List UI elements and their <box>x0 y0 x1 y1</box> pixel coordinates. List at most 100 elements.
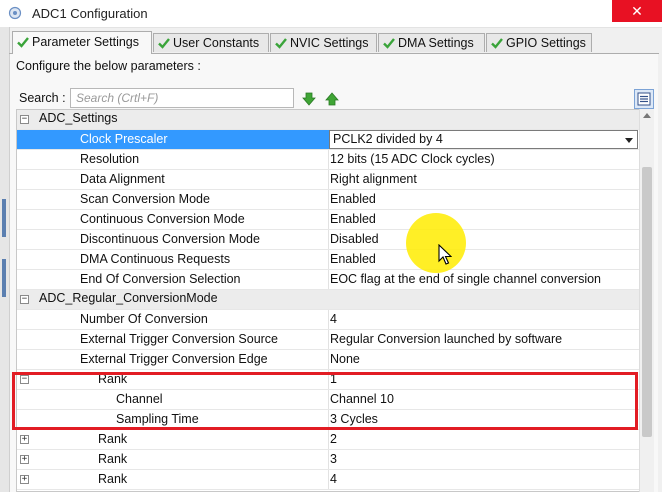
param-row-channel[interactable]: Channel Channel 10 <box>17 390 639 410</box>
param-value: Right alignment <box>330 172 417 186</box>
green-check-icon <box>157 34 173 53</box>
green-check-icon <box>490 34 506 53</box>
param-value: 3 Cycles <box>330 412 378 426</box>
title-bar: ADC1 Configuration ✕ <box>0 0 662 28</box>
param-name: Resolution <box>80 152 140 166</box>
search-input[interactable] <box>70 88 294 108</box>
close-button[interactable]: ✕ <box>612 0 662 22</box>
left-background-strip <box>0 27 10 492</box>
rank-name: Rank <box>98 452 128 466</box>
column-divider <box>328 330 329 349</box>
green-up-arrow-icon[interactable] <box>324 91 340 107</box>
param-row-resolution[interactable]: Resolution 12 bits (15 ADC Clock cycles) <box>17 150 639 170</box>
tab-label: NVIC Settings <box>290 36 369 50</box>
rank-row-2[interactable]: + Rank 2 <box>17 430 639 450</box>
select-value: PCLK2 divided by 4 <box>333 132 443 146</box>
column-divider <box>328 310 329 329</box>
param-row-continuous-conversion-mode[interactable]: Continuous Conversion Mode Enabled <box>17 210 639 230</box>
column-divider <box>328 470 329 489</box>
tab-label: GPIO Settings <box>506 36 586 50</box>
green-down-arrow-icon[interactable] <box>301 91 317 107</box>
group-row-adc-settings[interactable]: − ADC_Settings <box>17 110 639 130</box>
rank-row-3[interactable]: + Rank 3 <box>17 450 639 470</box>
rank-value: 2 <box>330 432 337 446</box>
group-row-regular-conversion-mode[interactable]: − ADC_Regular_ConversionMode <box>17 290 639 310</box>
column-divider <box>328 150 329 169</box>
column-divider <box>328 230 329 249</box>
param-row-clock-prescaler[interactable]: Clock Prescaler PCLK2 divided by 4 <box>17 130 639 150</box>
tab-nvic-settings[interactable]: NVIC Settings <box>270 33 377 52</box>
param-row-end-of-conversion-selection[interactable]: End Of Conversion Selection EOC flag at … <box>17 270 639 290</box>
rank-value: 1 <box>330 372 337 386</box>
param-value: 4 <box>330 312 337 326</box>
rank-name: Rank <box>98 432 128 446</box>
search-label: Search : <box>19 91 66 105</box>
tab-parameter-settings[interactable]: Parameter Settings <box>12 31 152 54</box>
column-divider <box>328 210 329 229</box>
tab-label: Parameter Settings <box>32 35 139 49</box>
column-divider <box>328 370 329 389</box>
window-title: ADC1 Configuration <box>32 6 148 21</box>
configure-instruction: Configure the below parameters : <box>16 59 201 73</box>
tab-label: DMA Settings <box>398 36 474 50</box>
parameter-table: − ADC_Settings Clock Prescaler PCLK2 div… <box>16 109 640 492</box>
strip-marker <box>2 259 6 297</box>
rank-value: 3 <box>330 452 337 466</box>
param-value: Disabled <box>330 232 379 246</box>
close-icon: ✕ <box>631 3 643 19</box>
param-row-number-of-conversion[interactable]: Number Of Conversion 4 <box>17 310 639 330</box>
param-name: Clock Prescaler <box>17 130 329 149</box>
green-check-icon <box>274 34 290 53</box>
rank-name: Rank <box>98 372 128 386</box>
chevron-down-icon <box>625 138 633 143</box>
column-divider <box>328 170 329 189</box>
column-divider <box>328 390 329 409</box>
param-value: Channel 10 <box>330 392 394 406</box>
param-row-dma-continuous-requests[interactable]: DMA Continuous Requests Enabled <box>17 250 639 270</box>
param-name: Number Of Conversion <box>80 312 208 326</box>
rank-row-1[interactable]: − Rank 1 <box>17 370 639 390</box>
group-label: ADC_Settings <box>39 111 118 125</box>
list-view-button[interactable] <box>634 89 654 109</box>
param-name: External Trigger Conversion Edge <box>80 352 268 366</box>
green-check-icon <box>16 32 32 53</box>
param-row-discontinuous-conversion-mode[interactable]: Discontinuous Conversion Mode Disabled <box>17 230 639 250</box>
rank-row-4[interactable]: + Rank 4 <box>17 470 639 490</box>
param-row-external-trigger-source[interactable]: External Trigger Conversion Source Regul… <box>17 330 639 350</box>
column-divider <box>328 190 329 209</box>
param-name: Discontinuous Conversion Mode <box>80 232 260 246</box>
tab-label: User Constants <box>173 36 260 50</box>
column-divider <box>328 350 329 369</box>
list-view-icon <box>637 92 651 106</box>
param-value: Enabled <box>330 192 376 206</box>
rank-value: 4 <box>330 472 337 486</box>
clock-prescaler-select[interactable]: PCLK2 divided by 4 <box>329 130 638 149</box>
column-divider <box>328 250 329 269</box>
collapse-toggle-icon[interactable]: − <box>20 115 29 124</box>
param-row-data-alignment[interactable]: Data Alignment Right alignment <box>17 170 639 190</box>
param-value: 12 bits (15 ADC Clock cycles) <box>330 152 495 166</box>
green-check-icon <box>382 34 398 53</box>
group-label: ADC_Regular_ConversionMode <box>39 291 218 305</box>
param-name: Channel <box>116 392 163 406</box>
param-row-sampling-time[interactable]: Sampling Time 3 Cycles <box>17 410 639 430</box>
param-value: Regular Conversion launched by software <box>330 332 563 346</box>
column-divider <box>328 430 329 449</box>
param-name: Continuous Conversion Mode <box>80 212 245 226</box>
tab-dma-settings[interactable]: DMA Settings <box>378 33 485 52</box>
param-row-external-trigger-edge[interactable]: External Trigger Conversion Edge None <box>17 350 639 370</box>
vertical-scrollbar[interactable] <box>639 109 654 492</box>
param-name: End Of Conversion Selection <box>80 272 241 286</box>
scroll-up-icon[interactable] <box>643 113 651 118</box>
param-value: None <box>330 352 360 366</box>
param-name: Scan Conversion Mode <box>80 192 210 206</box>
tab-user-constants[interactable]: User Constants <box>153 33 269 52</box>
collapse-toggle-icon[interactable]: − <box>20 295 29 304</box>
param-name: Data Alignment <box>80 172 165 186</box>
strip-marker <box>2 199 6 237</box>
column-divider <box>328 450 329 469</box>
param-row-scan-conversion-mode[interactable]: Scan Conversion Mode Enabled <box>17 190 639 210</box>
param-name: Sampling Time <box>116 412 199 426</box>
scrollbar-thumb[interactable] <box>642 167 652 437</box>
tab-gpio-settings[interactable]: GPIO Settings <box>486 33 592 52</box>
